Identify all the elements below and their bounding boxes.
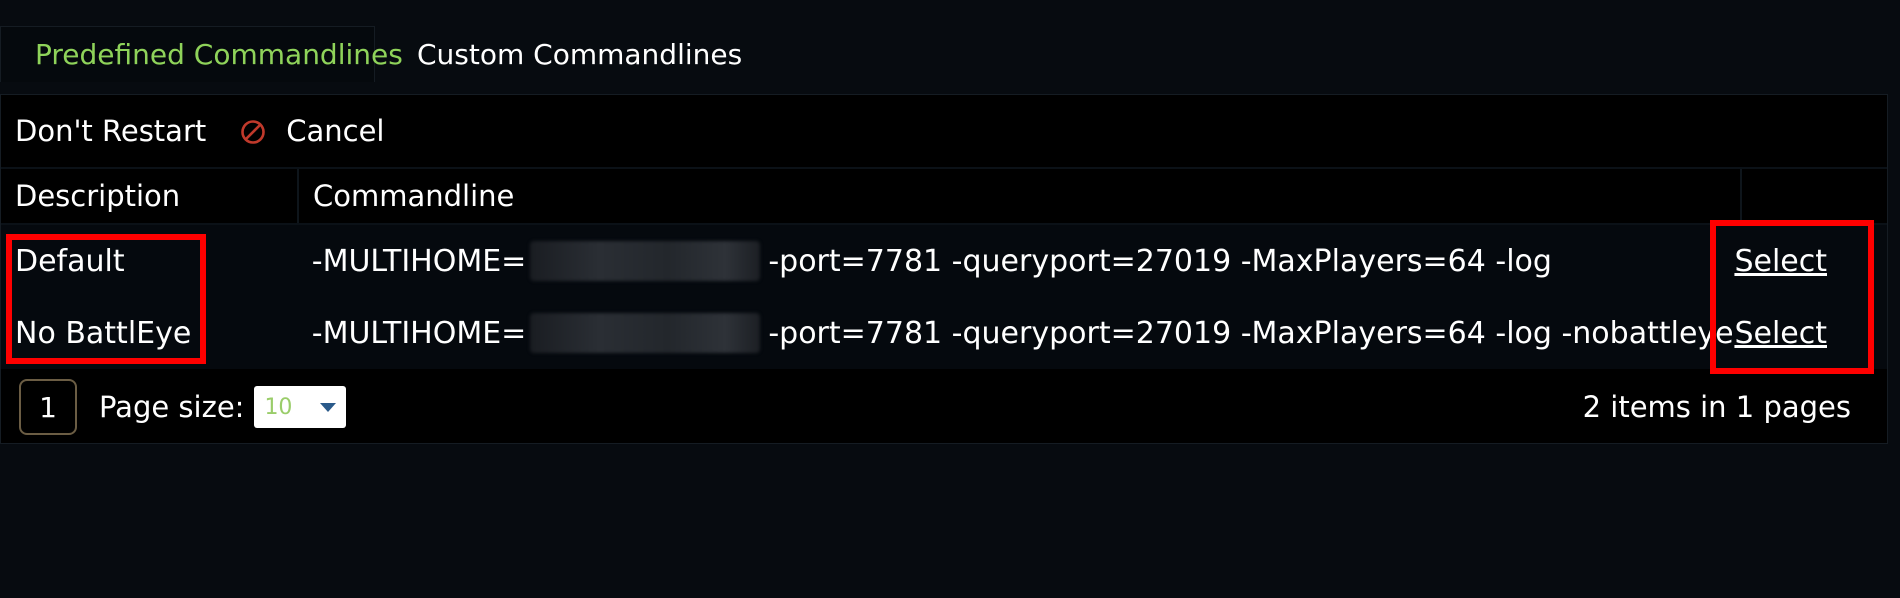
cancel-button[interactable]: Cancel — [240, 114, 385, 148]
items-info: 2 items in 1 pages — [1582, 390, 1851, 424]
page-size-select[interactable]: 10 — [254, 386, 347, 428]
page-size-label: Page size: — [99, 390, 245, 424]
table-body: Default -MULTIHOME= -port=7781 -querypor… — [1, 225, 1887, 369]
row-commandline: -MULTIHOME= -port=7781 -queryport=27019 … — [298, 313, 1735, 353]
page-number-button[interactable]: 1 — [19, 379, 77, 435]
tab-label: Custom Commandlines — [417, 37, 743, 71]
commandline-suffix: -port=7781 -queryport=27019 -MaxPlayers=… — [768, 315, 1734, 351]
commandline-prefix: -MULTIHOME= — [311, 315, 527, 351]
redacted-ip — [530, 241, 761, 281]
toolbar: Don't Restart Cancel — [1, 95, 1887, 169]
row-actions: Select — [1734, 316, 1887, 351]
commandlines-panel: Don't Restart Cancel Description Command… — [0, 94, 1888, 444]
cancel-label: Cancel — [286, 114, 385, 148]
column-header-label: Commandline — [313, 179, 515, 213]
tab-bar: Predefined Commandlines Custom Commandli… — [0, 26, 776, 82]
pager: 1 Page size: 10 2 items in 1 pages — [1, 371, 1887, 443]
column-header-commandline[interactable]: Commandline — [299, 169, 1742, 223]
table-row: No BattlEye -MULTIHOME= -port=7781 -quer… — [1, 297, 1887, 369]
column-header-label: Description — [15, 179, 181, 213]
row-description: Default — [15, 243, 125, 279]
chevron-down-icon — [320, 402, 337, 412]
table-header: Description Commandline — [1, 169, 1887, 225]
table-row: Default -MULTIHOME= -port=7781 -querypor… — [1, 225, 1887, 297]
page-size-value: 10 — [264, 394, 293, 420]
row-commandline: -MULTIHOME= -port=7781 -queryport=27019 … — [298, 241, 1735, 281]
select-link[interactable]: Select — [1734, 316, 1827, 351]
tab-predefined-commandlines[interactable]: Predefined Commandlines — [0, 26, 403, 82]
tab-label: Predefined Commandlines — [35, 38, 403, 71]
commandline-suffix: -port=7781 -queryport=27019 -MaxPlayers=… — [768, 243, 1552, 279]
commandline-prefix: -MULTIHOME= — [311, 243, 527, 279]
cancel-icon — [240, 118, 266, 144]
dont-restart-label: Don't Restart — [15, 114, 207, 148]
row-description: No BattlEye — [15, 315, 192, 351]
tab-custom-commandlines[interactable]: Custom Commandlines — [375, 26, 776, 82]
column-header-description[interactable]: Description — [1, 169, 299, 223]
row-actions: Select — [1734, 244, 1887, 279]
column-header-actions — [1742, 169, 1887, 223]
page: Predefined Commandlines Custom Commandli… — [0, 0, 1900, 598]
select-link[interactable]: Select — [1734, 244, 1827, 279]
redacted-ip — [530, 313, 761, 353]
dont-restart-button[interactable]: Don't Restart — [15, 114, 206, 148]
